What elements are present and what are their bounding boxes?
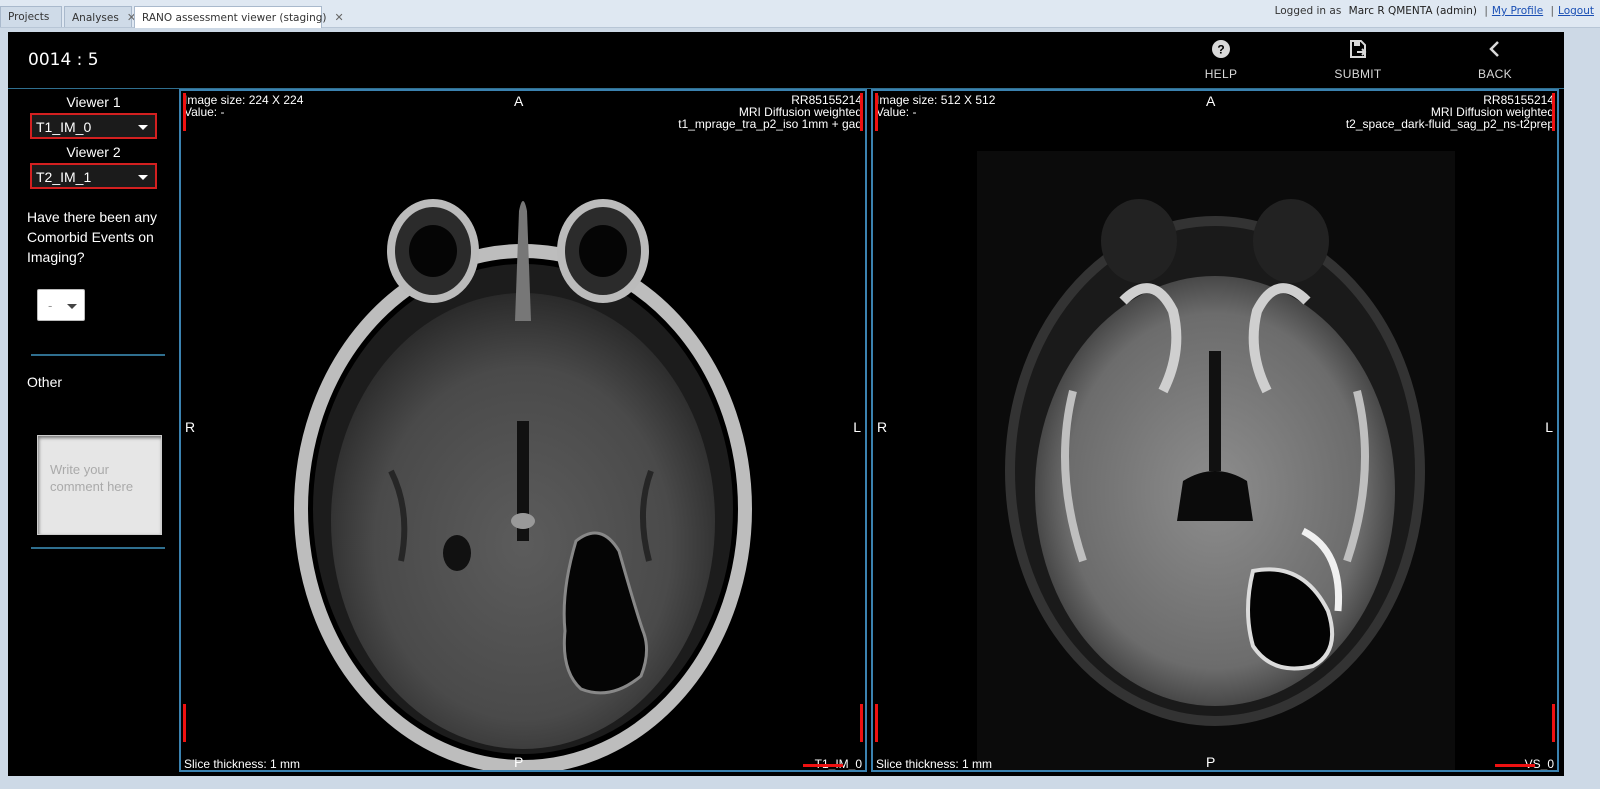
logged-in-prefix: Logged in as <box>1274 5 1342 17</box>
orientation-right: R <box>877 419 888 435</box>
help-button[interactable]: ? HELP <box>1186 40 1256 84</box>
tab-projects[interactable]: Projects <box>0 6 62 27</box>
submit-label: SUBMIT <box>1334 67 1382 81</box>
pixel-value-readout: Value: - <box>184 105 225 119</box>
corner-marker <box>875 93 878 131</box>
subject-id: 0014 : 5 <box>28 50 99 70</box>
viewer-header: 0014 : 5 ? HELP SUBMIT BACK <box>8 32 1564 89</box>
chevron-down-icon <box>67 304 77 309</box>
viewer2-value: T2_IM_1 <box>36 169 92 185</box>
scale-bar <box>803 764 843 767</box>
tab-analyses[interactable]: Analyses ✕ <box>64 6 136 27</box>
close-icon[interactable]: ✕ <box>335 11 344 24</box>
separator: | <box>1550 5 1555 17</box>
orientation-right: R <box>185 419 196 435</box>
help-label: HELP <box>1204 67 1238 81</box>
divider <box>31 354 165 356</box>
corner-marker <box>1552 704 1555 742</box>
back-button[interactable]: BACK <box>1460 40 1530 84</box>
svg-text:?: ? <box>1217 43 1224 57</box>
image-viewer-2[interactable]: Image size: 512 X 512 Value: - RR8515521… <box>871 89 1559 772</box>
orientation-anterior: A <box>514 93 524 109</box>
slice-thickness: Slice thickness: 1 mm <box>184 757 301 771</box>
my-profile-link[interactable]: My Profile <box>1492 5 1543 17</box>
orientation-left: L <box>853 419 861 435</box>
orientation-posterior: P <box>514 754 524 770</box>
submit-icon <box>1350 40 1367 58</box>
orientation-left: L <box>1545 419 1553 435</box>
corner-marker <box>860 704 863 742</box>
comorbid-value: - <box>48 298 53 313</box>
separator: | <box>1484 5 1488 17</box>
viewer2-label: Viewer 2 <box>66 144 121 160</box>
comment-placeholder: Write your comment here <box>50 462 134 494</box>
tab-label: Projects <box>8 11 50 23</box>
orientation-anterior: A <box>1206 93 1216 109</box>
tab-rano-viewer[interactable]: RANO assessment viewer (staging) ✕ <box>134 6 344 28</box>
viewer1-select[interactable]: T1_IM_0 <box>30 113 157 139</box>
chevron-down-icon <box>138 125 148 130</box>
rano-viewer-app: 0014 : 5 ? HELP SUBMIT BACK Viewer 1 T1_… <box>8 32 1564 776</box>
user-name: Marc R QMENTA (admin) <box>1348 5 1477 17</box>
viewer1-label: Viewer 1 <box>66 94 121 110</box>
chevron-down-icon <box>138 175 148 180</box>
logout-link[interactable]: Logout <box>1558 5 1594 17</box>
image-viewer-1[interactable]: Image size: 224 X 224 Value: - RR8515521… <box>179 89 867 772</box>
corner-marker <box>1552 93 1555 131</box>
tab-label: Analyses <box>72 12 119 24</box>
sequence-label: t1_mprage_tra_p2_iso 1mm + gad <box>678 117 862 131</box>
submit-button[interactable]: SUBMIT <box>1323 40 1393 84</box>
help-icon: ? <box>1212 40 1230 58</box>
mri-flair-axial-image <box>873 91 1557 770</box>
back-icon <box>1489 41 1499 57</box>
viewer1-value: T1_IM_0 <box>36 119 92 135</box>
sequence-label: t2_space_dark-fluid_sag_p2_ns-t2prep <box>1345 117 1554 131</box>
mri-t1-axial-image <box>181 91 865 770</box>
user-info-bar: Logged in as Marc R QMENTA (admin) | My P… <box>1275 5 1594 17</box>
browser-tab-bar: Projects Analyses ✕ RANO assessment viewe… <box>0 0 1600 28</box>
comorbid-question: Have there been any Comorbid Events on I… <box>27 209 157 265</box>
corner-marker <box>183 704 186 742</box>
back-label: BACK <box>1478 67 1512 81</box>
comment-textarea[interactable]: Write your comment here <box>37 435 162 535</box>
corner-marker <box>860 93 863 131</box>
scale-bar <box>1495 764 1535 767</box>
corner-marker <box>183 93 186 131</box>
viewer2-select[interactable]: T2_IM_1 <box>30 163 157 189</box>
tab-label: RANO assessment viewer (staging) <box>142 12 327 24</box>
slice-thickness: Slice thickness: 1 mm <box>876 757 993 771</box>
corner-marker <box>875 704 878 742</box>
other-label: Other <box>27 374 63 390</box>
orientation-posterior: P <box>1206 754 1216 770</box>
comorbid-select[interactable]: - <box>37 289 85 321</box>
assessment-sidebar: Viewer 1 T1_IM_0 Viewer 2 T2_IM_1 Have t… <box>8 89 179 776</box>
pixel-value-readout: Value: - <box>876 105 917 119</box>
divider <box>31 547 165 549</box>
